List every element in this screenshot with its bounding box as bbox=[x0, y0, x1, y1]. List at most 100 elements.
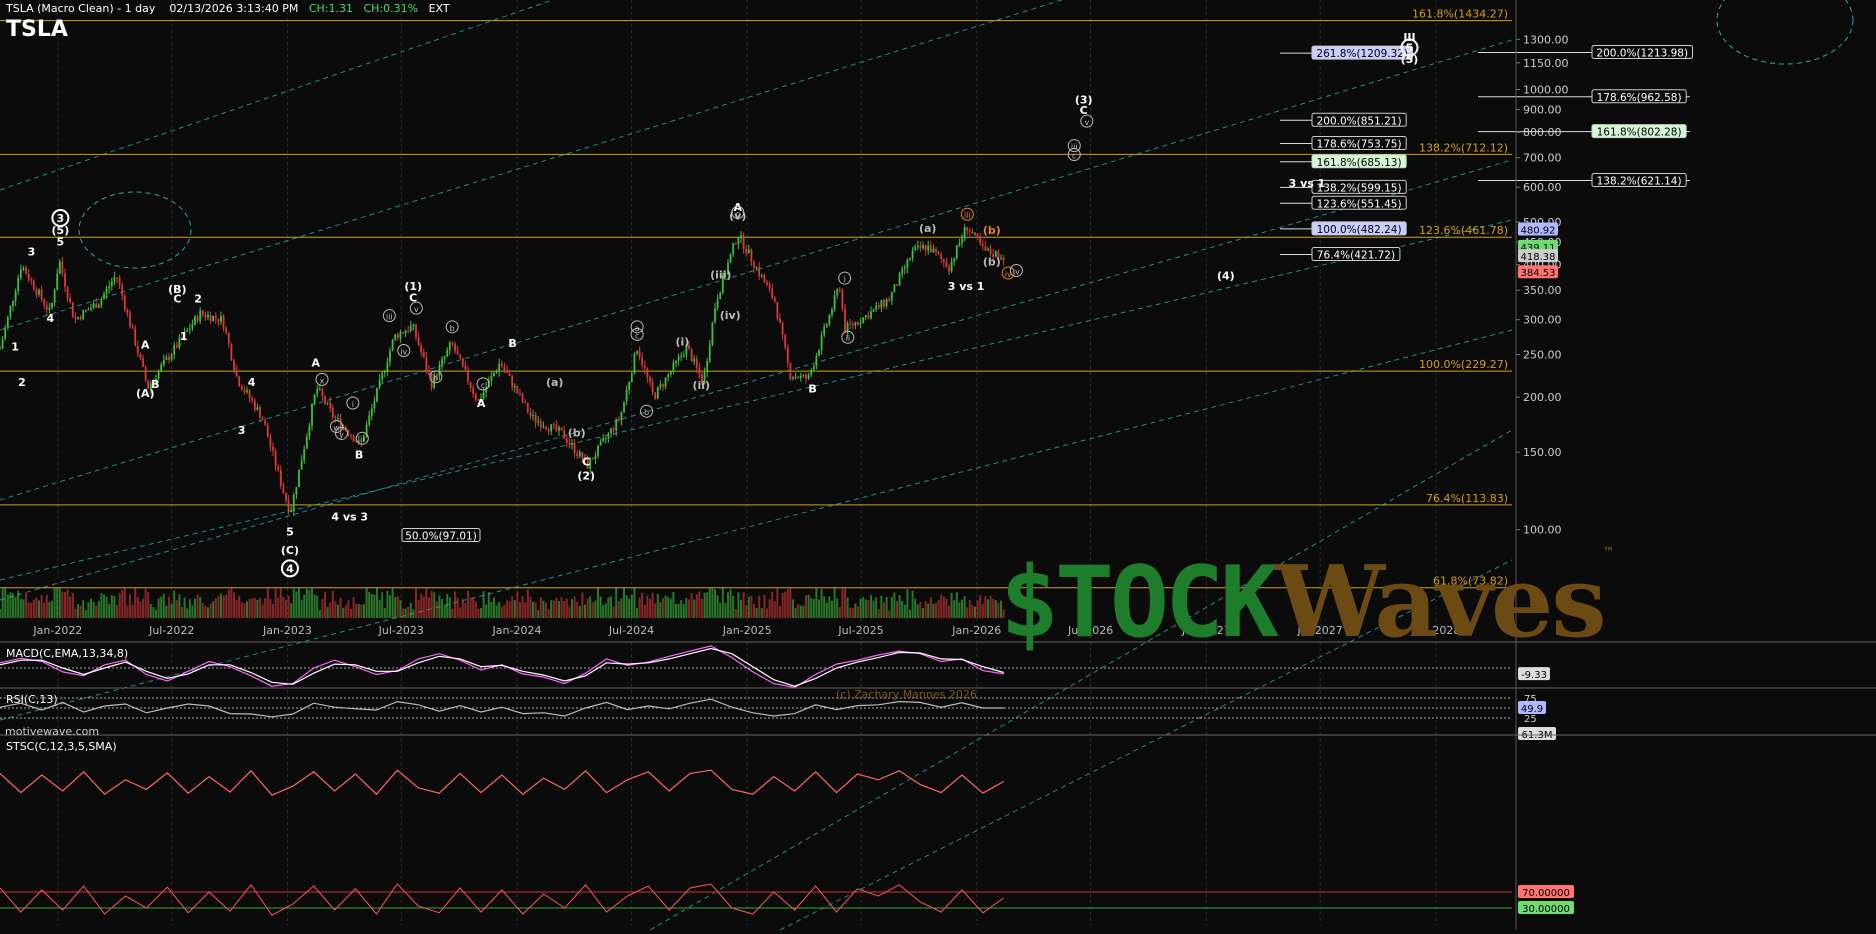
candle-body[interactable] bbox=[264, 419, 267, 426]
candle-body[interactable] bbox=[825, 324, 828, 327]
candle-body[interactable] bbox=[763, 275, 766, 283]
candle-body[interactable] bbox=[331, 407, 334, 417]
candle-body[interactable] bbox=[610, 428, 612, 434]
candle-body[interactable] bbox=[134, 328, 137, 346]
candle-body[interactable] bbox=[48, 307, 51, 310]
candle-body[interactable] bbox=[162, 359, 165, 365]
candle-body[interactable] bbox=[207, 314, 209, 318]
candle-body[interactable] bbox=[71, 302, 74, 318]
candle-body[interactable] bbox=[870, 311, 872, 319]
candle-body[interactable] bbox=[963, 227, 966, 239]
candle-body[interactable] bbox=[672, 362, 675, 372]
candle-body[interactable] bbox=[560, 427, 563, 431]
candle-body[interactable] bbox=[794, 376, 797, 378]
candle-body[interactable] bbox=[105, 288, 108, 294]
candle-body[interactable] bbox=[274, 450, 277, 467]
candle-body[interactable] bbox=[38, 290, 40, 295]
candle-body[interactable] bbox=[503, 366, 506, 371]
candle-body[interactable] bbox=[12, 300, 14, 307]
candle-body[interactable] bbox=[121, 284, 124, 296]
candle-body[interactable] bbox=[399, 332, 402, 339]
candle-body[interactable] bbox=[958, 243, 961, 246]
candle-body[interactable] bbox=[690, 349, 693, 362]
candle-body[interactable] bbox=[636, 351, 638, 354]
candle-body[interactable] bbox=[27, 273, 30, 280]
candle-body[interactable] bbox=[298, 469, 300, 488]
candle-body[interactable] bbox=[638, 351, 641, 358]
candle-body[interactable] bbox=[776, 302, 779, 319]
candle-body[interactable] bbox=[516, 385, 519, 394]
candle-body[interactable] bbox=[519, 393, 521, 395]
candle-body[interactable] bbox=[396, 334, 399, 339]
candle-body[interactable] bbox=[136, 345, 139, 354]
candle-body[interactable] bbox=[896, 284, 898, 286]
candle-body[interactable] bbox=[19, 270, 22, 278]
candle-body[interactable] bbox=[303, 448, 306, 461]
candle-body[interactable] bbox=[287, 500, 290, 512]
candle-body[interactable] bbox=[82, 310, 85, 320]
candle-body[interactable] bbox=[454, 344, 456, 352]
candle-body[interactable] bbox=[789, 362, 792, 379]
candle-body[interactable] bbox=[6, 316, 9, 328]
candle-body[interactable] bbox=[394, 334, 397, 340]
candle-body[interactable] bbox=[500, 363, 503, 367]
candle-body[interactable] bbox=[204, 314, 207, 318]
candle-body[interactable] bbox=[113, 277, 116, 282]
candle-body[interactable] bbox=[259, 407, 261, 418]
candle-body[interactable] bbox=[859, 322, 862, 325]
candle-body[interactable] bbox=[571, 443, 573, 445]
candle-body[interactable] bbox=[506, 370, 508, 374]
candle-body[interactable] bbox=[786, 347, 789, 363]
candle-body[interactable] bbox=[916, 245, 919, 247]
candle-body[interactable] bbox=[534, 414, 537, 423]
candle-body[interactable] bbox=[766, 282, 768, 286]
candle-body[interactable] bbox=[823, 326, 826, 335]
candle-body[interactable] bbox=[370, 408, 373, 416]
candle-body[interactable] bbox=[651, 382, 654, 393]
candle-body[interactable] bbox=[35, 289, 38, 295]
candle-body[interactable] bbox=[779, 318, 781, 323]
candle-body[interactable] bbox=[578, 452, 581, 456]
candle-body[interactable] bbox=[235, 370, 238, 377]
candle-body[interactable] bbox=[948, 267, 950, 272]
candle-body[interactable] bbox=[734, 243, 737, 245]
candle-body[interactable] bbox=[662, 384, 664, 387]
candle-body[interactable] bbox=[79, 316, 82, 320]
candle-body[interactable] bbox=[940, 254, 943, 259]
candle-body[interactable] bbox=[906, 259, 909, 268]
candle-body[interactable] bbox=[649, 377, 651, 383]
candle-body[interactable] bbox=[625, 389, 628, 402]
candle-body[interactable] bbox=[716, 299, 719, 309]
candle-body[interactable] bbox=[0, 348, 1, 350]
candle-body[interactable] bbox=[682, 355, 685, 357]
candle-body[interactable] bbox=[201, 310, 204, 315]
candle-body[interactable] bbox=[937, 252, 940, 255]
candle-body[interactable] bbox=[591, 458, 594, 460]
candle-body[interactable] bbox=[459, 354, 462, 359]
candle-body[interactable] bbox=[383, 371, 386, 373]
candle-body[interactable] bbox=[708, 344, 711, 362]
candle-body[interactable] bbox=[40, 290, 43, 300]
candle-body[interactable] bbox=[607, 433, 610, 439]
candle-body[interactable] bbox=[680, 355, 683, 357]
candle-body[interactable] bbox=[175, 345, 178, 348]
candle-body[interactable] bbox=[760, 275, 763, 277]
candle-body[interactable] bbox=[308, 425, 311, 437]
candle-body[interactable] bbox=[547, 429, 550, 432]
candle-body[interactable] bbox=[784, 334, 787, 348]
candle-body[interactable] bbox=[675, 360, 677, 363]
candle-body[interactable] bbox=[461, 358, 464, 366]
candle-body[interactable] bbox=[807, 374, 810, 379]
candle-body[interactable] bbox=[194, 316, 196, 325]
candle-body[interactable] bbox=[170, 354, 173, 360]
candle-body[interactable] bbox=[456, 351, 459, 355]
candle-body[interactable] bbox=[729, 253, 732, 263]
candle-body[interactable] bbox=[334, 416, 337, 419]
candle-body[interactable] bbox=[428, 370, 430, 375]
candle-body[interactable] bbox=[966, 227, 969, 231]
candle-body[interactable] bbox=[126, 309, 129, 313]
candle-body[interactable] bbox=[97, 304, 100, 308]
candle-body[interactable] bbox=[932, 248, 935, 253]
candle-body[interactable] bbox=[545, 426, 547, 430]
candle-body[interactable] bbox=[599, 441, 602, 446]
